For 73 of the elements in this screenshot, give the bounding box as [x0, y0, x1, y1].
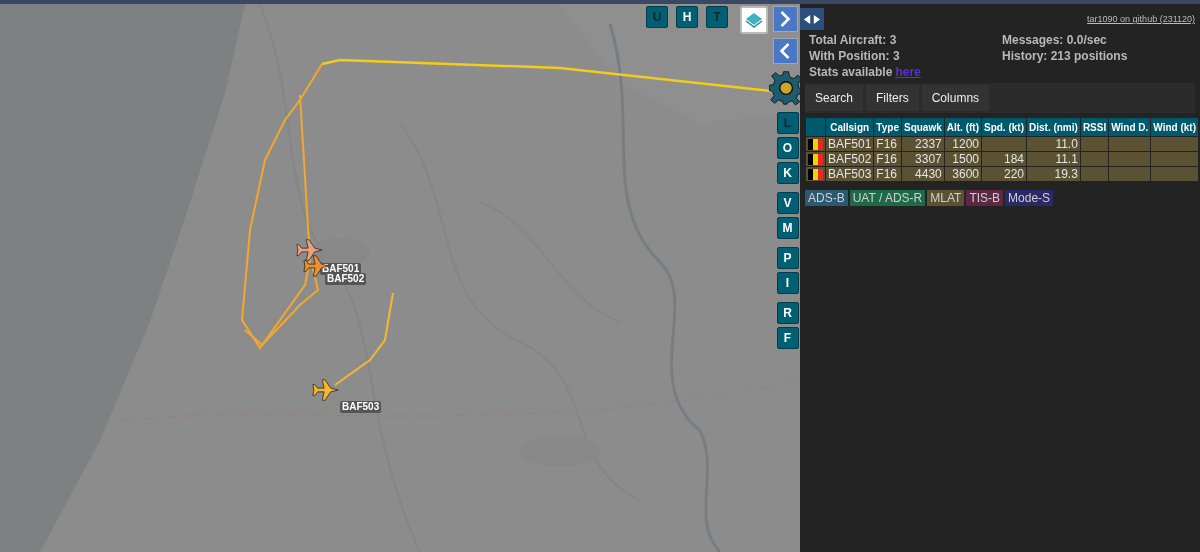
table-cell: BAF503 — [826, 167, 874, 181]
table-cell: 19.3 — [1027, 167, 1080, 181]
table-cell — [1080, 167, 1109, 181]
table-cell: 11.1 — [1027, 152, 1080, 166]
map-toggle-button[interactable]: M — [776, 217, 799, 239]
stats-note: Stats available — [809, 65, 893, 79]
expand-button[interactable] — [772, 6, 798, 32]
aircraft-label: BAF502 — [325, 273, 367, 285]
panel-tab[interactable]: Search — [805, 85, 864, 111]
table-cell: 11.0 — [1027, 137, 1080, 151]
stat-text: Messages: 0.0/sec — [1002, 33, 1108, 47]
table-cell: BAF502 — [826, 152, 874, 166]
map-toggle-button[interactable]: V — [776, 192, 799, 214]
source-tag: Mode-S — [1005, 190, 1054, 206]
column-header[interactable]: Squawk — [901, 118, 944, 136]
table-cell — [1109, 167, 1151, 181]
table-cell — [1151, 137, 1199, 151]
panel-tab[interactable]: Filters — [866, 85, 919, 111]
table-cell: F16 — [874, 152, 901, 166]
map-toggle-button[interactable]: F — [776, 327, 799, 349]
jet-icon[interactable] — [296, 236, 324, 264]
table-cell — [1080, 152, 1109, 166]
source-tag: ADS-B — [805, 190, 848, 206]
double-arrow-icon — [803, 13, 821, 25]
map-toggle-button[interactable]: I — [776, 272, 799, 294]
column-header[interactable]: RSSI — [1080, 118, 1109, 136]
table-cell: F16 — [874, 167, 901, 181]
source-tag: TIS-B — [966, 190, 1004, 206]
github-link[interactable]: tar1090 on github (231120) — [1087, 14, 1195, 24]
table-cell: F16 — [874, 137, 901, 151]
table-cell — [982, 137, 1026, 151]
column-header[interactable]: Dist. (nmi) — [1027, 118, 1080, 136]
table-cell: 3600 — [944, 167, 981, 181]
layers-button[interactable] — [740, 6, 768, 34]
aircraft-label: BAF503 — [340, 401, 382, 413]
settings-icon[interactable] — [769, 70, 800, 106]
layers-icon — [744, 10, 764, 30]
table-cell: 184 — [982, 152, 1026, 166]
map-toggle-button[interactable]: R — [776, 302, 799, 324]
table-cell: 1200 — [944, 137, 981, 151]
source-tag: MLAT — [927, 190, 965, 206]
column-header[interactable]: Wind D. — [1109, 118, 1151, 136]
table-cell — [1109, 137, 1151, 151]
table-cell — [1109, 152, 1151, 166]
map-toggle-button[interactable]: O — [776, 137, 799, 159]
stat-text: History: 213 positions — [1002, 49, 1129, 63]
source-tag: UAT / ADS-R — [849, 190, 926, 206]
chevron-right-icon — [778, 10, 792, 28]
map-toggle-button[interactable]: P — [776, 247, 799, 269]
table-cell: 2337 — [901, 137, 944, 151]
column-header[interactable]: Spd. (kt) — [982, 118, 1026, 136]
jet-icon[interactable] — [312, 376, 340, 404]
table-cell: 1500 — [944, 152, 981, 166]
chevron-left-icon — [778, 42, 792, 60]
column-header[interactable]: Callsign — [826, 118, 874, 136]
column-header[interactable]: Wind (kt) — [1151, 118, 1199, 136]
column-header[interactable]: Alt. (ft) — [944, 118, 981, 136]
header-cell — [806, 118, 825, 136]
table-cell: 220 — [982, 167, 1026, 181]
table-cell: BAF501 — [826, 137, 874, 151]
panel-tab[interactable]: Columns — [921, 85, 990, 111]
table-cell — [1151, 152, 1199, 166]
table-cell: 3307 — [901, 152, 944, 166]
column-header[interactable]: Type — [874, 118, 901, 136]
panel-toggle-button[interactable] — [800, 8, 824, 30]
map-toggle-button[interactable]: H — [676, 6, 698, 28]
map-toggle-button[interactable]: K — [776, 162, 799, 184]
collapse-button[interactable] — [772, 38, 798, 64]
table-cell — [1080, 137, 1109, 151]
stat-text: Total Aircraft: 3 — [809, 33, 898, 47]
stat-text: With Position: 3 — [809, 49, 901, 63]
table-cell — [1151, 167, 1199, 181]
table-cell: 4430 — [901, 167, 944, 181]
